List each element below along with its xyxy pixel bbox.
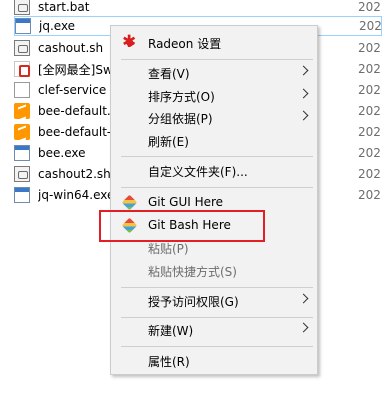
file-date: 202 [358, 167, 381, 181]
menu-item-group[interactable]: 分组依据(P) [113, 107, 315, 129]
file-date: 202 [359, 19, 382, 33]
file-name: start.bat [38, 0, 90, 14]
sublime-icon [14, 124, 30, 140]
menu-item-new[interactable]: 新建(W) [113, 319, 315, 341]
menu-item-properties[interactable]: 属性(R) [113, 350, 315, 372]
menu-separator [121, 59, 313, 60]
chevron-right-icon [298, 293, 309, 304]
menu-item-customize-folder[interactable]: 自定义文件夹(F)... [113, 160, 315, 182]
context-menu: Radeon 设置 查看(V) 排序方式(O) 分组依据(P) 刷新(E) 自定… [110, 25, 318, 375]
chevron-right-icon [298, 65, 309, 76]
sublime-icon [14, 103, 30, 119]
menu-separator [121, 156, 313, 157]
menu-item-radeon-settings[interactable]: Radeon 设置 [113, 32, 315, 54]
menu-item-grant-access[interactable]: 授予访问权限(G) [113, 290, 315, 312]
menu-item-label: 粘贴快捷方式(S) [148, 264, 237, 279]
menu-item-label: 排序方式(O) [148, 89, 215, 104]
menu-separator [121, 287, 313, 288]
chevron-right-icon [298, 322, 309, 333]
file-icon [14, 82, 30, 98]
menu-item-label: 刷新(E) [148, 134, 189, 149]
menu-item-label: 查看(V) [148, 66, 190, 81]
script-file-icon [14, 166, 30, 182]
menu-item-paste-shortcut: 粘贴快捷方式(S) [113, 260, 315, 282]
menu-item-label: 属性(R) [148, 354, 190, 369]
file-date: 202 [358, 125, 381, 139]
pdf-icon [14, 61, 30, 77]
menu-item-label: 分组依据(P) [148, 111, 213, 126]
menu-separator [121, 346, 313, 347]
batch-file-icon [14, 0, 30, 15]
menu-separator [121, 317, 313, 318]
executable-icon [14, 187, 30, 203]
file-row-start-bat[interactable]: start.bat 202 [14, 0, 382, 17]
file-date: 202 [358, 41, 381, 55]
file-date: 202 [358, 146, 381, 160]
menu-item-label: Git GUI Here [148, 195, 224, 209]
radeon-icon [122, 32, 138, 52]
highlight-annotation-box [99, 210, 265, 242]
menu-separator [121, 187, 313, 188]
menu-item-view[interactable]: 查看(V) [113, 62, 315, 84]
file-date: 202 [358, 62, 381, 76]
menu-item-label: 授予访问权限(G) [148, 294, 239, 309]
script-file-icon [14, 40, 30, 56]
executable-icon [14, 145, 30, 161]
menu-item-label: Radeon 设置 [148, 36, 222, 51]
menu-item-refresh[interactable]: 刷新(E) [113, 130, 315, 152]
file-date: 202 [358, 83, 381, 97]
menu-item-sort[interactable]: 排序方式(O) [113, 85, 315, 107]
menu-item-label: 粘贴(P) [148, 241, 189, 256]
file-date: 202 [358, 188, 381, 202]
executable-icon [15, 18, 31, 34]
file-date: 202 [358, 104, 381, 118]
menu-item-label: 自定义文件夹(F)... [148, 164, 248, 179]
file-date: 202 [358, 0, 381, 14]
menu-item-label: 新建(W) [148, 323, 194, 338]
chevron-right-icon [298, 88, 309, 99]
chevron-right-icon [298, 110, 309, 121]
git-icon [121, 194, 138, 211]
